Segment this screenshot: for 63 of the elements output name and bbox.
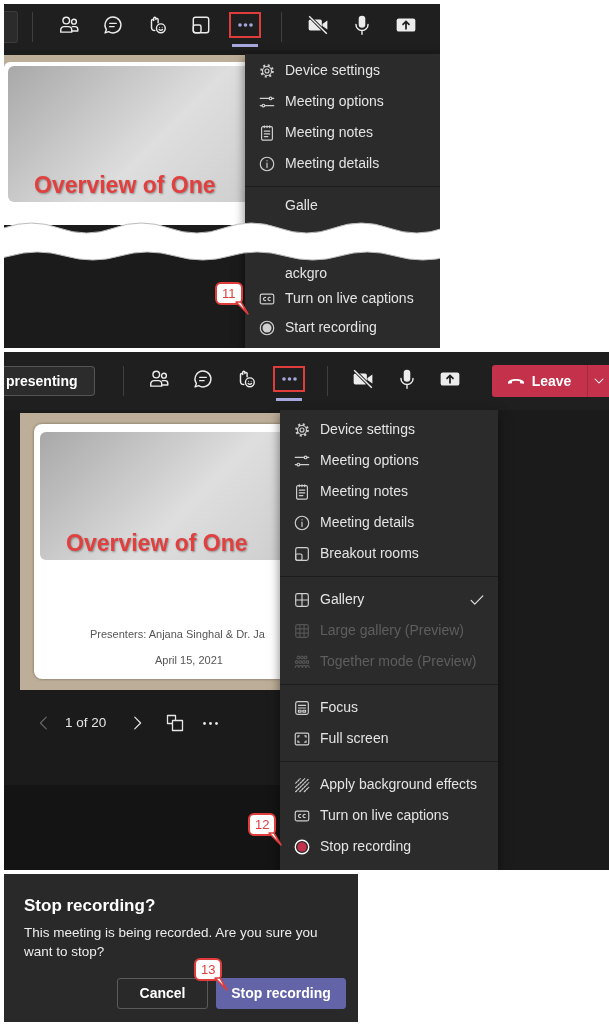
people-icon bbox=[58, 14, 80, 36]
breakout-rooms-icon bbox=[190, 14, 212, 36]
large-grid-icon bbox=[293, 621, 311, 640]
menu-item[interactable]: Apply background effects bbox=[280, 769, 498, 800]
leave-button[interactable]: Leave bbox=[491, 365, 588, 397]
text-field[interactable] bbox=[4, 11, 18, 43]
gear-icon bbox=[258, 61, 276, 80]
menu-item[interactable]: Full screen bbox=[280, 723, 498, 754]
stop-recording-button[interactable]: Stop recording bbox=[216, 977, 346, 1009]
menu-item[interactable]: Turn on live captions bbox=[280, 800, 498, 831]
menu-item[interactable]: Meeting options bbox=[245, 86, 440, 117]
presenting-button[interactable]: presenting bbox=[4, 366, 95, 396]
slide-title: Overview of One bbox=[66, 528, 248, 558]
chat-icon bbox=[102, 14, 124, 36]
menu-item[interactable]: Meeting notes bbox=[280, 476, 498, 507]
background-effects-icon bbox=[293, 775, 311, 794]
dialog-message: This meeting is being recorded. Are you sure you want to stop? bbox=[24, 924, 319, 961]
layout-icon bbox=[165, 713, 186, 733]
breakout-rooms-icon bbox=[293, 544, 311, 563]
slide-title: Overview of One bbox=[34, 170, 216, 200]
step-callout: 11 bbox=[215, 282, 243, 305]
callout-pointer bbox=[214, 977, 228, 991]
info-icon bbox=[258, 154, 276, 173]
page-counter: 1 of 20 bbox=[65, 713, 107, 732]
record-icon bbox=[258, 318, 276, 337]
gear-icon bbox=[293, 420, 311, 439]
focus-layout-icon bbox=[293, 698, 311, 717]
more-icon bbox=[203, 721, 219, 725]
menu-item[interactable]: Galle bbox=[245, 194, 440, 216]
notes-icon bbox=[258, 123, 276, 142]
layout-button[interactable] bbox=[165, 713, 186, 733]
menu-item[interactable]: Meeting details bbox=[245, 148, 440, 179]
menu-item[interactable]: Meeting notes bbox=[245, 117, 440, 148]
menu-item[interactable]: Device settings bbox=[280, 414, 498, 445]
people-icon bbox=[148, 368, 171, 390]
menu-item[interactable]: Breakout rooms bbox=[280, 538, 498, 569]
menu-item[interactable]: Meeting options bbox=[280, 445, 498, 476]
callout-pointer bbox=[268, 832, 282, 846]
video-off-icon bbox=[352, 368, 375, 390]
menu-item[interactable]: Meeting details bbox=[280, 507, 498, 538]
menu-item[interactable]: Focus bbox=[280, 692, 498, 723]
presenters-text: Presenters: Anjana Singhal & Dr. Ja bbox=[89, 627, 266, 642]
more-options-button[interactable] bbox=[203, 721, 219, 725]
video-off-icon bbox=[307, 14, 329, 36]
callout-pointer bbox=[235, 301, 249, 315]
slide-date: April 15, 2021 bbox=[154, 652, 224, 668]
notes-icon bbox=[293, 482, 311, 501]
more-icon bbox=[281, 377, 297, 381]
menu-item[interactable]: Turn on live captions bbox=[245, 284, 440, 313]
more-icon bbox=[237, 23, 253, 27]
grid-icon bbox=[293, 590, 311, 609]
step-callout: 12 bbox=[248, 813, 277, 836]
menu-item[interactable]: Gallery bbox=[280, 584, 498, 615]
menu-item[interactable]: Stop recording bbox=[280, 831, 498, 862]
step-callout: 13 bbox=[194, 958, 223, 981]
chat-icon bbox=[191, 368, 214, 390]
record-icon bbox=[293, 837, 311, 856]
dialog-title: Stop recording? bbox=[24, 896, 157, 917]
phone-icon bbox=[507, 378, 524, 384]
menu-item[interactable]: ackgro bbox=[245, 262, 440, 284]
menu-item[interactable]: Device settings bbox=[245, 55, 440, 86]
info-icon bbox=[293, 513, 311, 532]
menu-item[interactable]: Start recording bbox=[245, 313, 440, 342]
